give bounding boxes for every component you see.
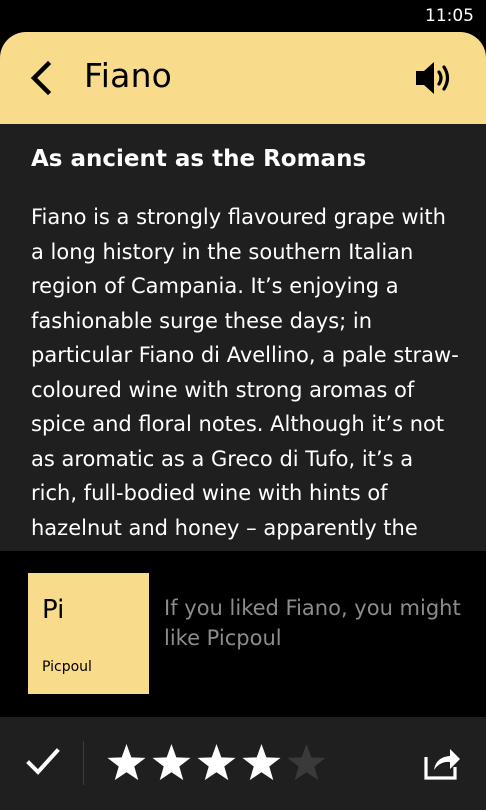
star-filled-icon[interactable] — [104, 739, 149, 787]
recommendation-text: If you liked Fiano, you might like Picpo… — [164, 596, 461, 650]
page-title: Fiano — [84, 56, 173, 95]
mark-tried-button[interactable] — [24, 745, 62, 779]
checkmark-icon — [26, 748, 60, 775]
status-bar: 11:05 — [0, 0, 486, 30]
tile-abbreviation: Pi — [42, 595, 65, 625]
divider — [83, 741, 84, 785]
share-button[interactable] — [422, 745, 462, 781]
article-body: Fiano is a strongly flavoured grape with… — [31, 205, 459, 551]
status-time: 11:05 — [425, 6, 474, 26]
speaker-button[interactable] — [414, 58, 458, 98]
article-heading: As ancient as the Romans — [31, 146, 367, 172]
chevron-left-icon — [30, 60, 52, 96]
back-button[interactable] — [24, 56, 64, 100]
share-icon — [424, 749, 460, 780]
speaker-volume-icon — [416, 62, 450, 94]
star-rating[interactable] — [104, 739, 329, 787]
star-filled-icon[interactable] — [149, 739, 194, 787]
star-empty-icon[interactable] — [284, 739, 329, 787]
tile-name: Picpoul — [42, 659, 92, 675]
article[interactable]: As ancient as the Romans Fiano is a stro… — [0, 124, 486, 551]
recommendation-tile[interactable]: Pi Picpoul — [28, 573, 149, 694]
header: Fiano — [0, 32, 486, 124]
bottom-app-bar — [0, 717, 486, 810]
star-filled-icon[interactable] — [239, 739, 284, 787]
star-filled-icon[interactable] — [194, 739, 239, 787]
recommendation-panel: Pi Picpoul If you liked Fiano, you might… — [0, 551, 486, 717]
